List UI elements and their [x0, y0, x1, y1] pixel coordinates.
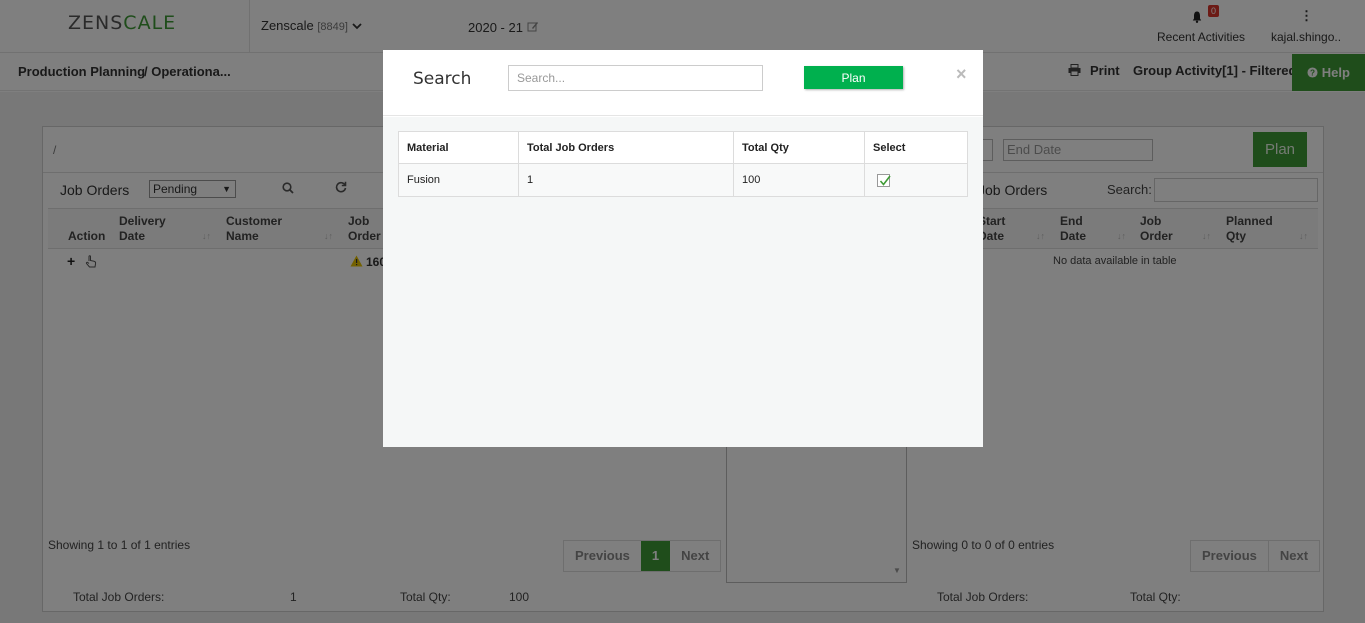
search-modal: Search Plan × Material Total Job Orders …: [383, 50, 983, 447]
table-row[interactable]: Fusion 1 100: [398, 163, 968, 197]
modal-title: Search: [413, 69, 472, 89]
close-icon[interactable]: ×: [956, 64, 967, 85]
select-checkbox[interactable]: [877, 173, 891, 187]
material-table: Material Total Job Orders Total Qty Sele…: [398, 131, 968, 197]
material-cell: Fusion: [398, 163, 519, 197]
modal-body: Material Total Job Orders Total Qty Sele…: [383, 117, 983, 447]
table-header-row: Material Total Job Orders Total Qty Sele…: [398, 131, 968, 164]
qty-cell: 100: [733, 163, 865, 197]
col-total-qty[interactable]: Total Qty: [733, 131, 865, 164]
modal-header: Search Plan ×: [383, 50, 983, 116]
col-total-job-orders[interactable]: Total Job Orders: [518, 131, 734, 164]
col-material[interactable]: Material: [398, 131, 519, 164]
col-select[interactable]: Select: [864, 131, 968, 164]
select-cell: [864, 163, 968, 197]
modal-plan-button[interactable]: Plan: [804, 66, 903, 89]
modal-search-input[interactable]: [508, 65, 763, 91]
check-icon: [879, 175, 891, 186]
job-orders-cell: 1: [518, 163, 734, 197]
